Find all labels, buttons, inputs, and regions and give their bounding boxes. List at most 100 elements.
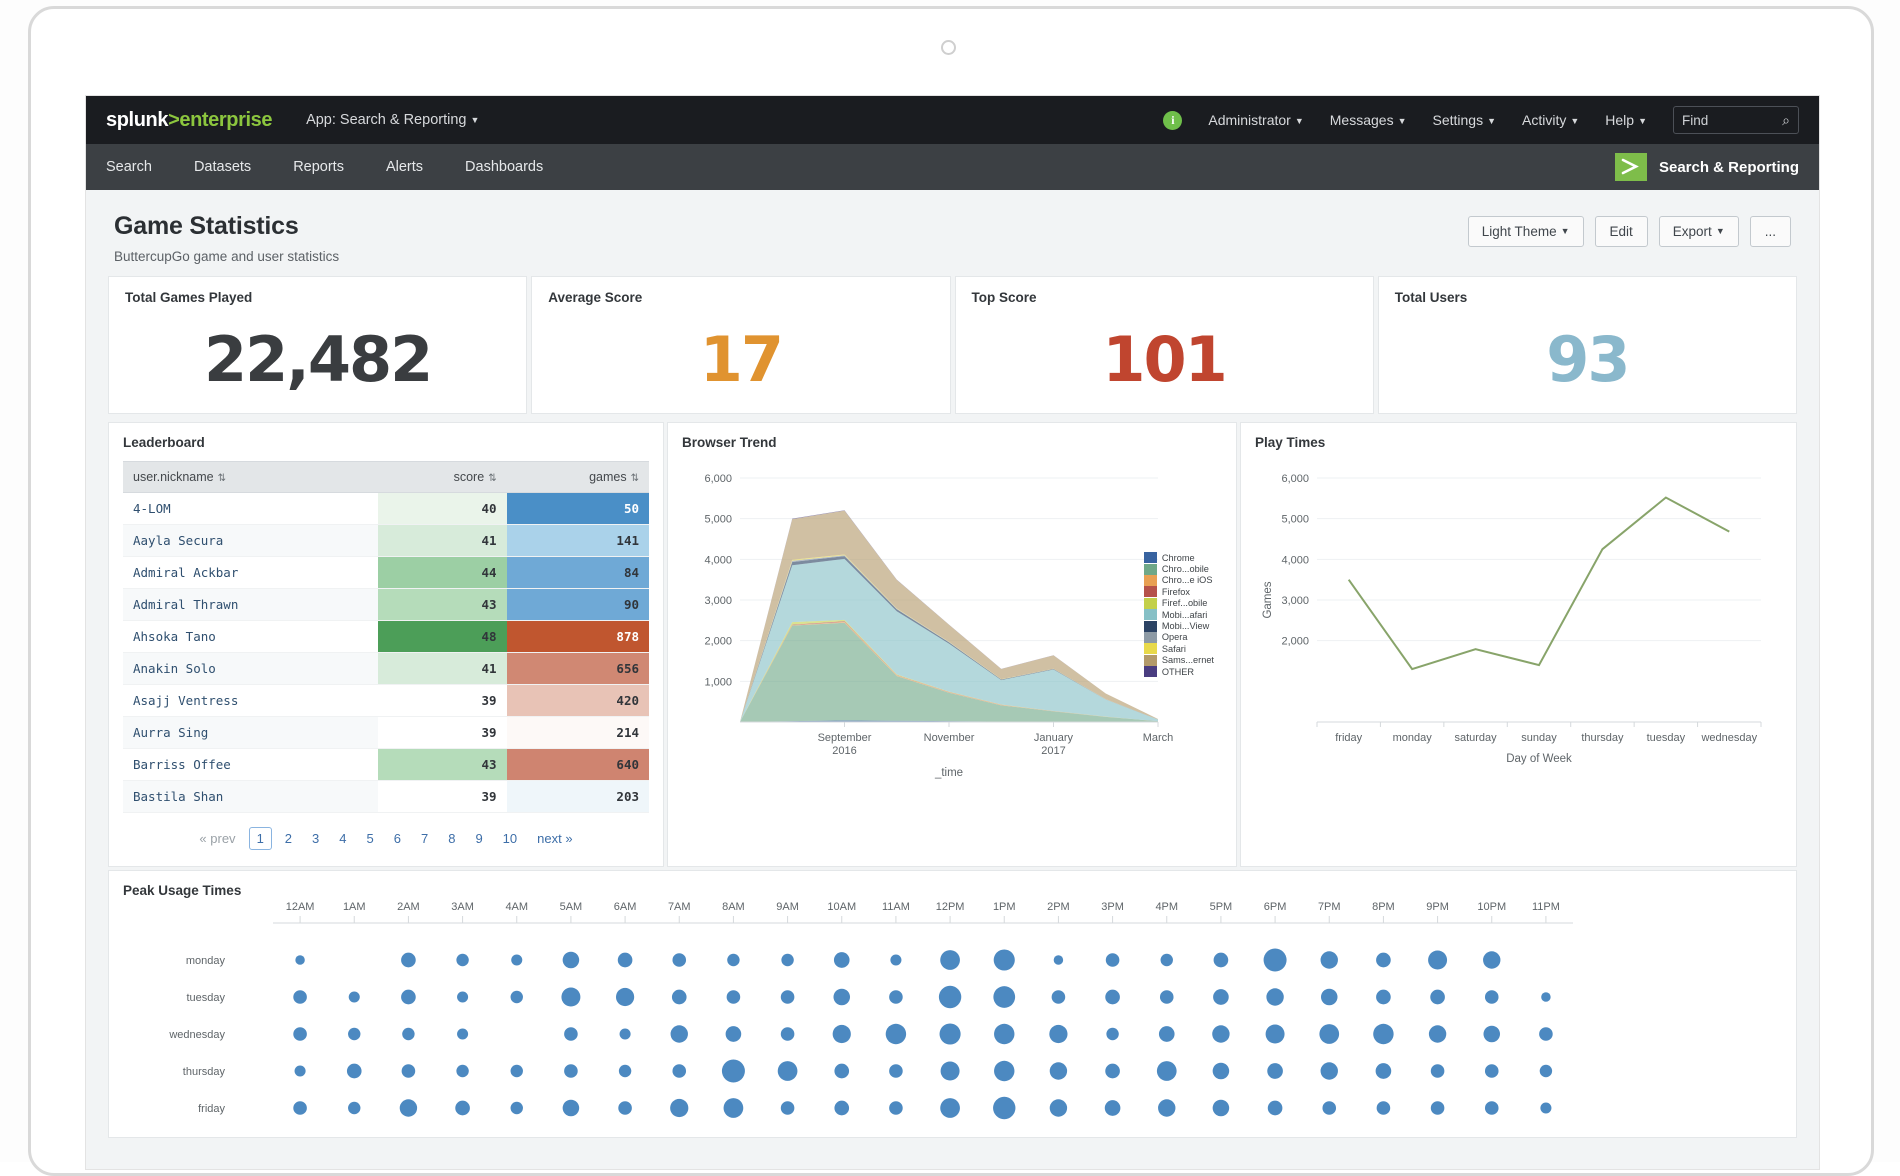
pagination-page-4[interactable]: 4 <box>332 828 353 849</box>
cell-games[interactable]: 656 <box>507 653 649 685</box>
column-header-games[interactable]: games⇅ <box>507 462 649 493</box>
table-row[interactable]: Anakin Solo41656 <box>123 653 649 685</box>
legend-item[interactable]: Opera <box>1144 632 1214 643</box>
nav-messages[interactable]: Messages▼ <box>1330 112 1407 128</box>
edit-button[interactable]: Edit <box>1595 216 1648 247</box>
theme-button[interactable]: Light Theme▼ <box>1468 216 1584 247</box>
svg-text:3,000: 3,000 <box>704 595 732 607</box>
column-header-score[interactable]: score⇅ <box>378 462 506 493</box>
pagination-prev[interactable]: « prev <box>192 828 242 849</box>
pagination-page-7[interactable]: 7 <box>414 828 435 849</box>
legend-item[interactable]: Chro...e iOS <box>1144 575 1214 586</box>
cell-score[interactable]: 43 <box>378 589 506 621</box>
cell-score[interactable]: 41 <box>378 653 506 685</box>
pagination-page-6[interactable]: 6 <box>387 828 408 849</box>
cell-games[interactable]: 141 <box>507 525 649 557</box>
sidebar-item-dashboards[interactable]: Dashboards <box>465 159 543 175</box>
legend-item[interactable]: Mobi...afari <box>1144 609 1214 620</box>
svg-text:1PM: 1PM <box>993 901 1016 913</box>
svg-text:11PM: 11PM <box>1532 901 1560 913</box>
legend-item[interactable]: Firef...obile <box>1144 598 1214 609</box>
pagination-page-1[interactable]: 1 <box>249 827 272 850</box>
legend-item[interactable]: Mobi...View <box>1144 620 1214 631</box>
legend-item[interactable]: Safari <box>1144 643 1214 654</box>
column-label: user.nickname <box>133 470 214 484</box>
cell-nickname[interactable]: Aayla Secura <box>123 525 378 557</box>
cell-nickname[interactable]: Aurra Sing <box>123 717 378 749</box>
search-input[interactable] <box>1682 113 1772 128</box>
pagination-page-3[interactable]: 3 <box>305 828 326 849</box>
legend-item[interactable]: Sams...ernet <box>1144 655 1214 666</box>
cell-score[interactable]: 41 <box>378 525 506 557</box>
panel-peak-usage-times: Peak Usage Times 12AM1AM2AM3AM4AM5AM6AM7… <box>108 870 1797 1138</box>
pagination-page-8[interactable]: 8 <box>441 828 462 849</box>
legend-item[interactable]: OTHER <box>1144 666 1214 677</box>
table-row[interactable]: Admiral Thrawn4390 <box>123 589 649 621</box>
cell-score[interactable]: 39 <box>378 781 506 813</box>
cell-games[interactable]: 203 <box>507 781 649 813</box>
export-button[interactable]: Export▼ <box>1659 216 1739 247</box>
table-row[interactable]: Barriss Offee43640 <box>123 749 649 781</box>
splunk-logo[interactable]: splunk>enterprise <box>106 109 272 132</box>
column-header-nickname[interactable]: user.nickname⇅ <box>123 462 378 493</box>
svg-text:friday: friday <box>1335 732 1362 744</box>
info-badge-icon[interactable]: i <box>1163 111 1182 130</box>
app-badge[interactable]: Search & Reporting <box>1615 153 1799 181</box>
cell-score[interactable]: 44 <box>378 557 506 589</box>
cell-nickname[interactable]: Asajj Ventress <box>123 685 378 717</box>
nav-activity[interactable]: Activity▼ <box>1522 112 1579 128</box>
legend-swatch <box>1144 552 1157 563</box>
cell-games[interactable]: 214 <box>507 717 649 749</box>
cell-nickname[interactable]: Ahsoka Tano <box>123 621 378 653</box>
cell-score[interactable]: 40 <box>378 493 506 525</box>
sidebar-item-alerts[interactable]: Alerts <box>386 159 423 175</box>
pagination-page-5[interactable]: 5 <box>360 828 381 849</box>
chevron-down-icon: ▼ <box>1487 116 1496 126</box>
table-row[interactable]: 4-LOM4050 <box>123 493 649 525</box>
search-icon[interactable]: ⌕ <box>1782 112 1790 129</box>
nav-administrator[interactable]: Administrator▼ <box>1208 112 1303 128</box>
cell-score[interactable]: 39 <box>378 717 506 749</box>
cell-score[interactable]: 48 <box>378 621 506 653</box>
cell-games[interactable]: 90 <box>507 589 649 621</box>
cell-score[interactable]: 43 <box>378 749 506 781</box>
cell-nickname[interactable]: Admiral Ackbar <box>123 557 378 589</box>
svg-text:4,000: 4,000 <box>704 554 732 566</box>
cell-games[interactable]: 50 <box>507 493 649 525</box>
legend-item[interactable]: Chro...obile <box>1144 563 1214 574</box>
nav-help[interactable]: Help▼ <box>1605 112 1647 128</box>
browser-trend-legend: ChromeChro...obileChro...e iOSFirefoxFir… <box>1144 552 1214 677</box>
table-row[interactable]: Admiral Ackbar4484 <box>123 557 649 589</box>
cell-nickname[interactable]: Anakin Solo <box>123 653 378 685</box>
sidebar-item-datasets[interactable]: Datasets <box>194 159 251 175</box>
cell-score[interactable]: 39 <box>378 685 506 717</box>
table-row[interactable]: Ahsoka Tano48878 <box>123 621 649 653</box>
nav-settings[interactable]: Settings▼ <box>1433 112 1497 128</box>
kpi-title: Total Users <box>1395 290 1780 305</box>
cell-games[interactable]: 420 <box>507 685 649 717</box>
panel-title-play-times: Play Times <box>1255 435 1782 450</box>
cell-nickname[interactable]: Barriss Offee <box>123 749 378 781</box>
table-row[interactable]: Aayla Secura41141 <box>123 525 649 557</box>
pagination-page-2[interactable]: 2 <box>278 828 299 849</box>
cell-nickname[interactable]: 4-LOM <box>123 493 378 525</box>
sidebar-item-reports[interactable]: Reports <box>293 159 344 175</box>
table-row[interactable]: Asajj Ventress39420 <box>123 685 649 717</box>
sidebar-item-search[interactable]: Search <box>106 159 152 175</box>
cell-games[interactable]: 878 <box>507 621 649 653</box>
pagination-page-9[interactable]: 9 <box>468 828 489 849</box>
pagination-page-10[interactable]: 10 <box>496 828 524 849</box>
find-box[interactable]: ⌕ <box>1673 106 1799 134</box>
legend-item[interactable]: Chrome <box>1144 552 1214 563</box>
pagination-next[interactable]: next » <box>530 828 579 849</box>
app-menu[interactable]: App: Search & Reporting▼ <box>306 112 479 128</box>
more-button[interactable]: ... <box>1750 216 1791 247</box>
cell-nickname[interactable]: Admiral Thrawn <box>123 589 378 621</box>
cell-nickname[interactable]: Bastila Shan <box>123 781 378 813</box>
legend-item[interactable]: Firefox <box>1144 586 1214 597</box>
table-row[interactable]: Aurra Sing39214 <box>123 717 649 749</box>
svg-text:5,000: 5,000 <box>704 514 732 526</box>
cell-games[interactable]: 84 <box>507 557 649 589</box>
cell-games[interactable]: 640 <box>507 749 649 781</box>
table-row[interactable]: Bastila Shan39203 <box>123 781 649 813</box>
